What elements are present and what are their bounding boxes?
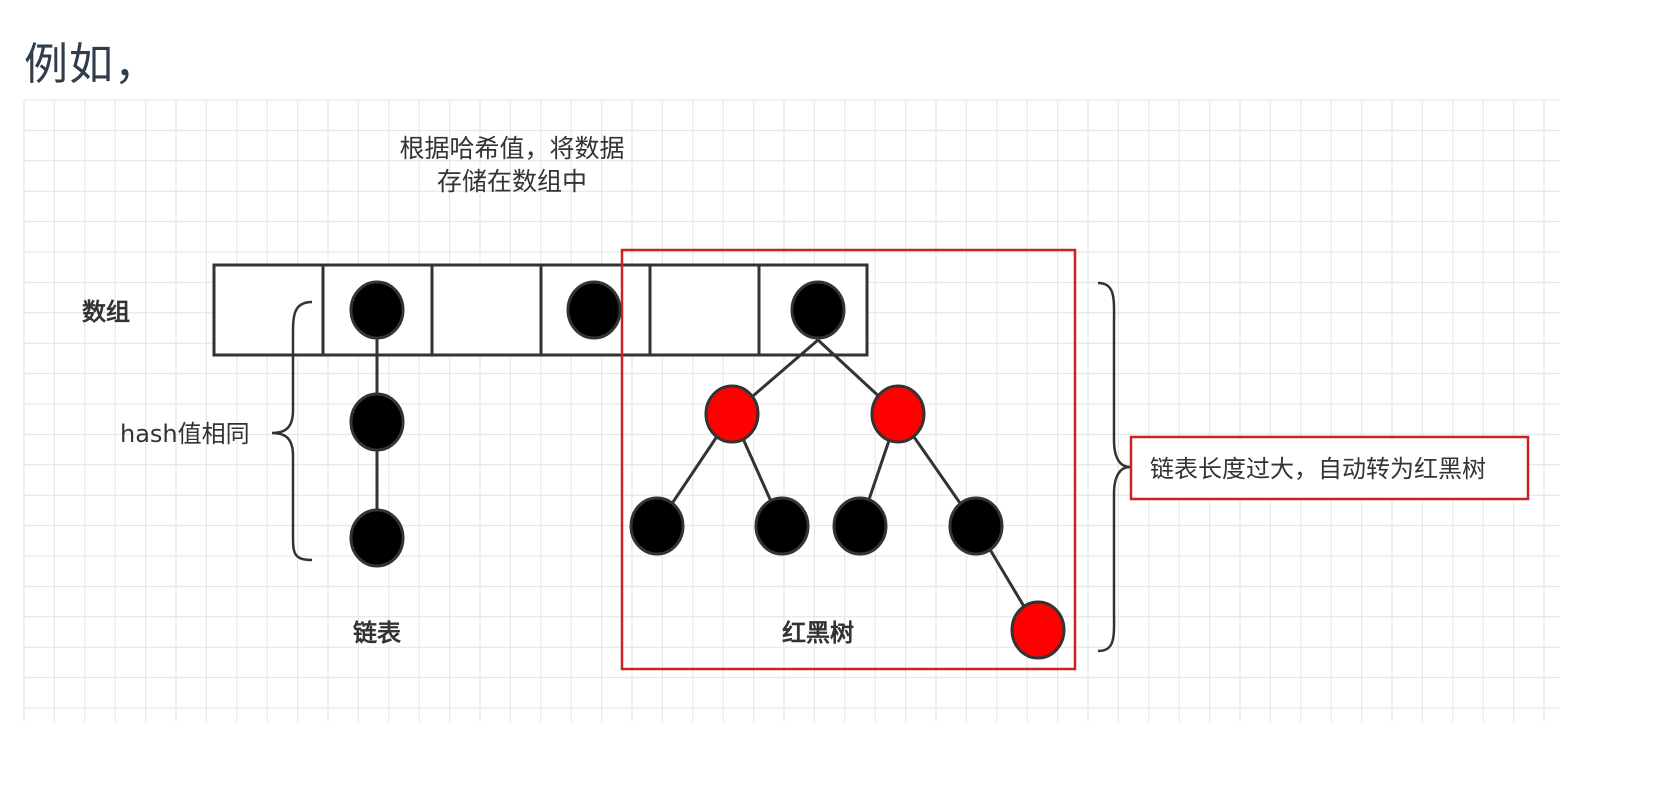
edges: [375, 310, 1040, 631]
array-cell-1: [212, 263, 325, 357]
red-black-tree-label: 红黑树: [782, 619, 854, 647]
list-node-3: [349, 508, 405, 568]
linked-list-label: 链表: [353, 619, 402, 647]
note-text: 链表长度过大，自动转为红黑树: [1150, 455, 1486, 483]
tree-node-red-left: [704, 384, 760, 444]
array-label: 数组: [82, 298, 130, 326]
tree-node-lr: [754, 496, 810, 556]
hashmap-diagram: 根据哈希值，将数据 存储在数组中 数组 hash值相同 链表 红黑树 链表长度过…: [23, 99, 1560, 722]
tree-node-rl: [832, 496, 888, 556]
array-cell-3: [430, 263, 543, 357]
tree-root-node: [790, 280, 846, 340]
tree-node-ll: [629, 496, 685, 556]
array-cell-5: [648, 263, 761, 357]
hash-same-label: hash值相同: [120, 420, 250, 448]
array-node-4: [566, 280, 622, 340]
caption-line-2: 存储在数组中: [437, 167, 587, 196]
list-node-2: [349, 392, 405, 452]
tree-node-red-right: [870, 384, 926, 444]
array: [212, 263, 869, 357]
tree-node-rr: [948, 496, 1004, 556]
caption-line-1: 根据哈希值，将数据: [399, 134, 624, 163]
list-node-1: [349, 280, 405, 340]
tree-brace: [1097, 281, 1131, 653]
tree-node-red-leaf: [1010, 600, 1066, 660]
